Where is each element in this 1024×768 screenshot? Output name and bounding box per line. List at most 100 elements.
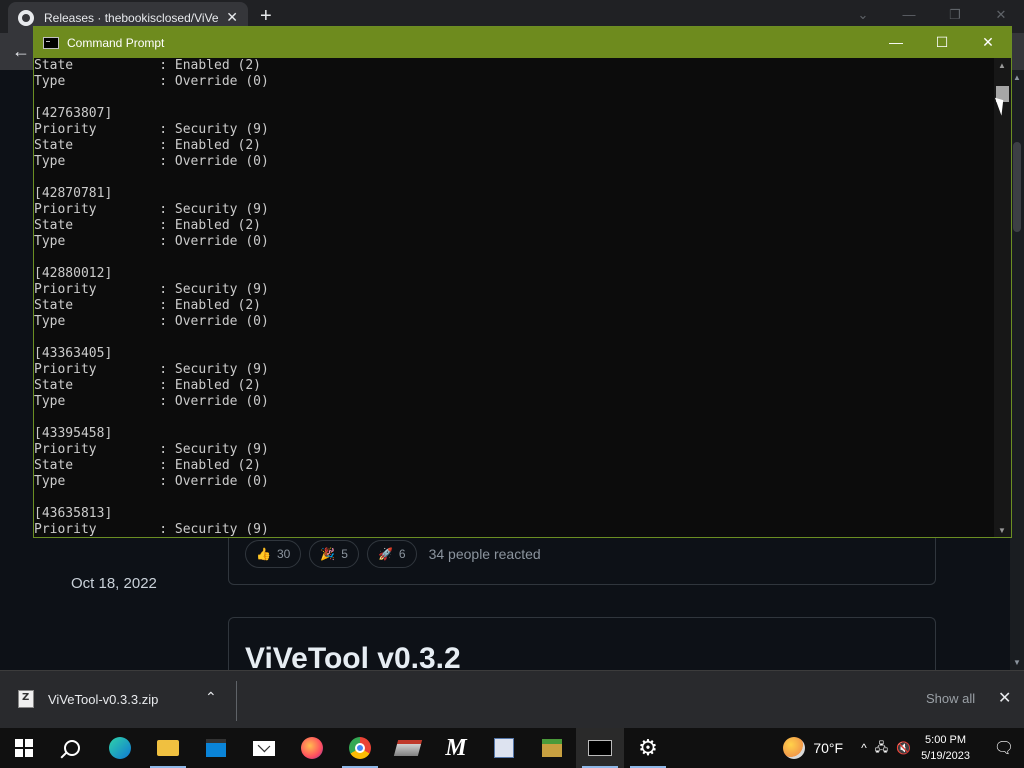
console-line: Priority : Security (9): [34, 282, 269, 297]
taskbar-command-prompt[interactable]: [576, 728, 624, 768]
reaction-count: 6: [398, 547, 406, 561]
chrome-icon: [349, 737, 371, 759]
notification-icon[interactable]: 🗨: [984, 738, 1024, 758]
console-line: Priority : Security (9): [34, 202, 269, 217]
volume-muted-icon[interactable]: 🔇: [896, 741, 911, 755]
weather-temp: 70°F: [813, 740, 844, 756]
console-line: Type : Override (0): [34, 154, 269, 169]
maximize-button[interactable]: ☐: [919, 27, 965, 58]
store-icon: [206, 739, 226, 757]
release-card: ViVeTool v0.3.2: [228, 617, 936, 677]
clock[interactable]: 5:00 PM 5/19/2023: [921, 732, 970, 764]
tray-overflow-icon[interactable]: ^: [861, 741, 867, 755]
package-app-icon: [542, 739, 562, 757]
window-title: Command Prompt: [67, 35, 165, 50]
app-icon: [393, 740, 423, 756]
terminal-icon: [588, 740, 612, 756]
rocket-icon: 🚀: [377, 547, 393, 561]
console-line: [43363405]: [34, 346, 113, 361]
chevron-up-icon[interactable]: ⌃: [205, 689, 217, 706]
console-line: State : Enabled (2): [34, 218, 261, 233]
clock-date: 5/19/2023: [921, 750, 970, 762]
scroll-up-icon[interactable]: ▲: [1013, 73, 1021, 82]
scroll-down-icon[interactable]: ▼: [998, 526, 1006, 535]
console-line: State : Enabled (2): [34, 298, 261, 313]
taskbar-settings[interactable]: ⚙: [624, 728, 672, 768]
page-scroll-thumb[interactable]: [1013, 142, 1021, 232]
taskbar: M ⚙ 70°F ^ 🖧 🔇 5:00 PM 5/19/2023 🗨: [0, 728, 1024, 768]
command-prompt-window: Command Prompt — ☐ ✕ State : Enabled (2)…: [33, 26, 1012, 538]
gear-icon: ⚙: [638, 735, 658, 760]
windows-icon: [15, 739, 33, 757]
cmd-icon: [43, 36, 59, 49]
reaction-rocket[interactable]: 🚀 6: [366, 540, 417, 568]
console-line: Priority : Security (9): [34, 442, 269, 457]
m-app-icon: M: [445, 734, 467, 761]
close-icon[interactable]: ✕: [998, 688, 1011, 708]
hooray-icon: 🎉: [320, 547, 336, 561]
console-line: Type : Override (0): [34, 314, 269, 329]
tab-title: Releases · thebookisclosed/ViVe: [44, 10, 219, 25]
console-output[interactable]: State : Enabled (2) Type : Override (0) [4…: [34, 58, 996, 537]
console-line: Priority : Security (9): [34, 362, 269, 377]
taskbar-app-3[interactable]: [528, 728, 576, 768]
search-button[interactable]: [48, 728, 96, 768]
network-icon[interactable]: 🖧: [875, 738, 888, 759]
taskbar-store[interactable]: [192, 728, 240, 768]
console-line: State : Enabled (2): [34, 58, 261, 73]
console-line: Type : Override (0): [34, 394, 269, 409]
new-tab-button[interactable]: +: [260, 6, 272, 26]
reaction-count: 5: [341, 547, 348, 561]
zip-file-icon: [18, 690, 34, 708]
console-line: [43635813]: [34, 506, 113, 521]
taskbar-file-explorer[interactable]: [144, 728, 192, 768]
scroll-up-icon[interactable]: ▲: [998, 61, 1006, 70]
console-line: [43395458]: [34, 426, 113, 441]
document-app-icon: [494, 738, 514, 758]
back-arrow-icon[interactable]: ←: [12, 41, 30, 62]
folder-icon: [157, 740, 179, 756]
taskbar-m-app[interactable]: M: [432, 728, 480, 768]
console-line: [42880012]: [34, 266, 113, 281]
console-line: Priority : Security (9): [34, 522, 269, 537]
tab-close-icon[interactable]: ✕: [226, 9, 238, 26]
taskbar-chrome[interactable]: [336, 728, 384, 768]
taskbar-app[interactable]: [384, 728, 432, 768]
reaction-hooray[interactable]: 🎉 5: [309, 540, 359, 568]
show-all-button[interactable]: Show all: [926, 691, 975, 706]
download-bar: ViVeTool-v0.3.3.zip ⌃ Show all ✕: [0, 670, 1024, 728]
cmd-scrollbar[interactable]: ▲ ▼: [994, 58, 1011, 537]
download-file-name: ViVeTool-v0.3.3.zip: [48, 691, 159, 707]
mail-icon: [253, 740, 275, 756]
start-button[interactable]: [0, 728, 48, 768]
close-button[interactable]: ✕: [965, 27, 1011, 58]
weather-widget[interactable]: 70°F: [783, 737, 843, 759]
search-icon: [64, 740, 80, 756]
console-line: Type : Override (0): [34, 474, 269, 489]
edge-icon: [109, 737, 131, 759]
clock-time: 5:00 PM: [925, 734, 967, 746]
reactions-row: 👍 30 🎉 5 🚀 6 34 people reacted: [245, 540, 541, 568]
page-scrollbar[interactable]: ▲ ▼: [1010, 70, 1024, 670]
console-line: State : Enabled (2): [34, 458, 261, 473]
download-item[interactable]: ViVeTool-v0.3.3.zip: [18, 690, 158, 708]
console-line: Type : Override (0): [34, 234, 269, 249]
cmd-window-controls: — ☐ ✕: [873, 27, 1011, 58]
minimize-button[interactable]: —: [873, 27, 919, 58]
taskbar-app-2[interactable]: [480, 728, 528, 768]
weather-icon: [783, 737, 806, 759]
reactions-total[interactable]: 34 people reacted: [429, 546, 541, 562]
reaction-thumbs-up[interactable]: 👍 30: [245, 540, 302, 568]
cmd-titlebar[interactable]: Command Prompt — ☐ ✕: [34, 27, 1011, 58]
github-icon: [18, 9, 34, 26]
taskbar-mail[interactable]: [240, 728, 288, 768]
console-line: Type : Override (0): [34, 74, 269, 89]
taskbar-edge[interactable]: [96, 728, 144, 768]
scroll-down-icon[interactable]: ▼: [1013, 658, 1021, 667]
taskbar-firefox[interactable]: [288, 728, 336, 768]
